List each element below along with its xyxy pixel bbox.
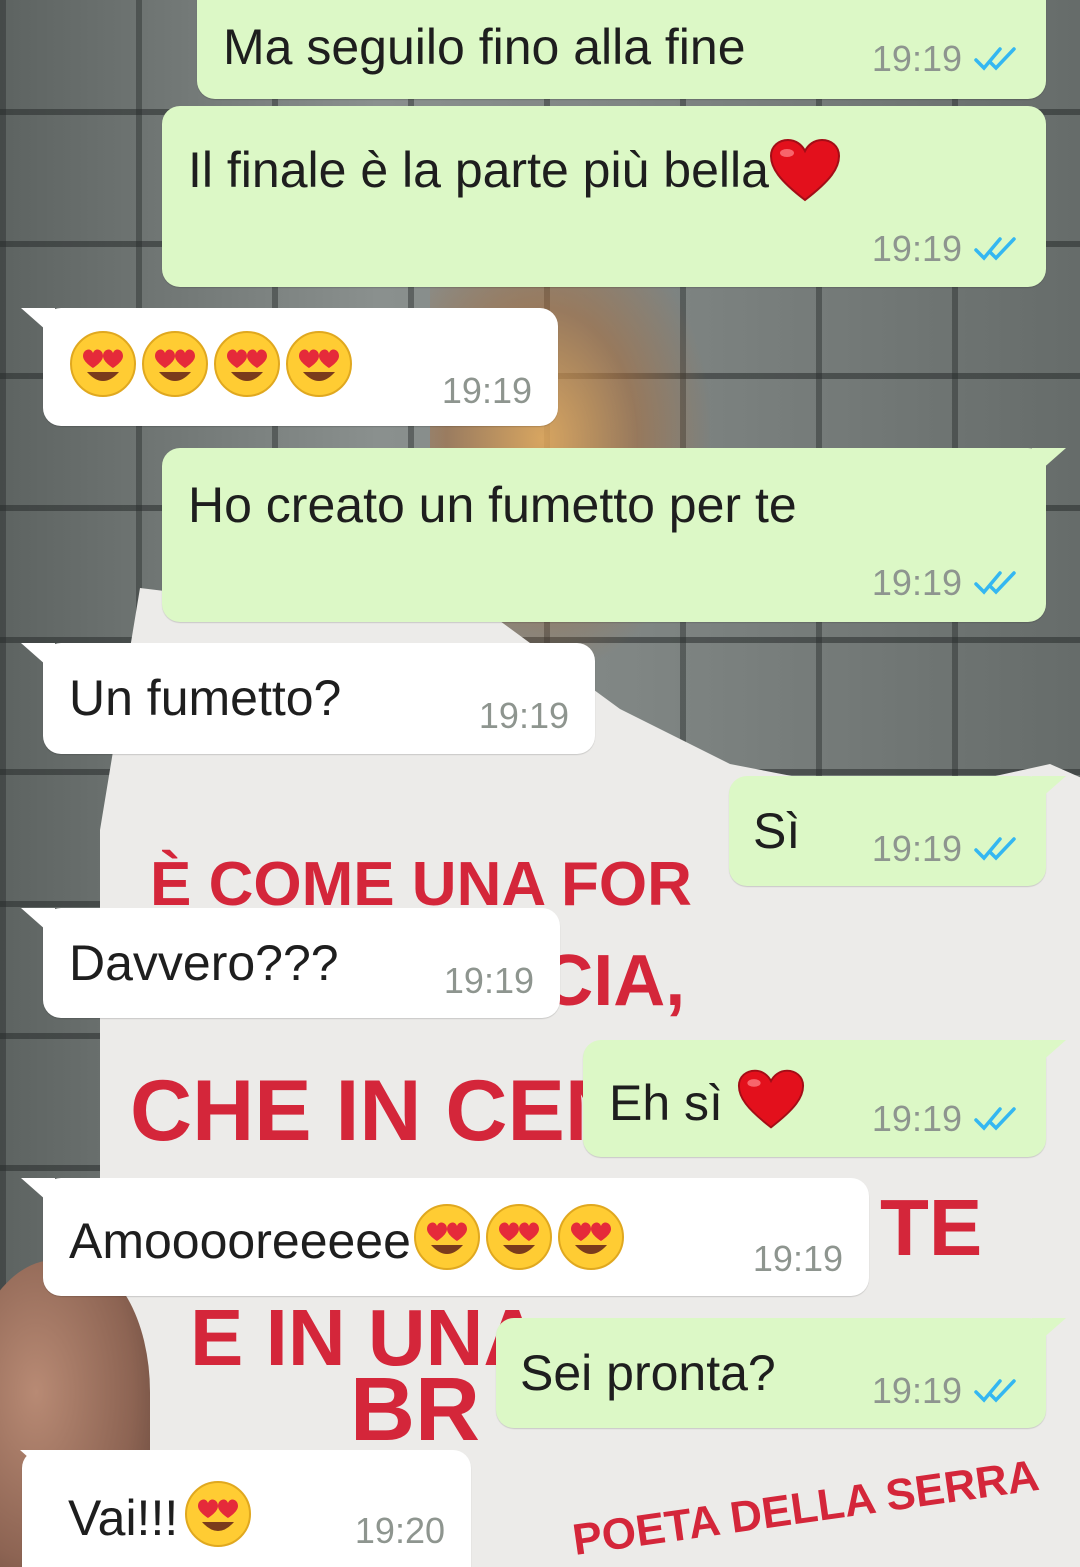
smiling-face-with-heart-eyes-emoji [184,1480,252,1556]
message-time: 19:19 [871,1370,962,1411]
message-meta: 19:19 [872,1370,1020,1412]
message-meta: 19:19 [872,38,1020,80]
message-text: Ho creato un fumetto per te [188,477,797,533]
message-text: Il finale è la parte più bella [188,138,841,210]
message-time: 19:19 [443,960,534,1001]
message-text: Amooooreeeee [69,1203,625,1279]
smiling-face-with-heart-eyes-emoji [413,1203,481,1279]
double-check-icon [974,46,1020,72]
outgoing-message[interactable]: Ma seguilo fino alla fine 19:19 [197,0,1046,99]
message-text-content: Il finale è la parte più bella [188,142,769,199]
message-meta: 19:19 [872,828,1020,870]
note-signature: POETA DELLA SERRA [570,1451,1042,1565]
smiling-face-with-heart-eyes-emoji [141,330,209,403]
note-line-4: TE [880,1183,982,1272]
incoming-message[interactable]: Un fumetto? 19:19 [21,643,595,754]
message-text: Ma seguilo fino alla fine [223,19,746,75]
message-text-content: Eh sì [609,1075,723,1131]
message-text: Sei pronta? [520,1345,776,1401]
smiling-face-with-heart-eyes-emoji [557,1203,625,1279]
bubble-tail [1032,776,1066,806]
red-heart-emoji [769,138,841,210]
message-time: 19:19 [871,562,962,603]
message-text: Sì [753,803,801,859]
double-check-icon [974,1378,1020,1404]
message-time: 19:19 [871,228,962,269]
note-line-3: CHE IN CEN [130,1063,627,1159]
smiling-face-with-heart-eyes-emoji [69,330,137,403]
smiling-face-with-heart-eyes-emoji [485,1203,553,1279]
outgoing-message[interactable]: Eh sì 19:19 [583,1040,1066,1157]
bubble-tail [20,1450,54,1480]
message-time: 19:19 [752,1238,843,1279]
message-text: Davvero??? [69,935,339,991]
message-text: Eh sì [609,1068,805,1138]
bubble-tail [1032,1040,1066,1070]
message-time: 19:19 [871,1098,962,1139]
emoji-row [69,330,353,403]
incoming-message[interactable]: Vai!!! 19:20 [20,1450,471,1567]
message-meta: 19:19 [479,695,569,737]
message-text: Vai!!! [68,1480,252,1556]
message-meta: 19:19 [872,562,1020,604]
message-time: 19:19 [441,370,532,411]
smiling-face-with-heart-eyes-emoji [213,330,281,403]
message-text-content: Amooooreeeee [69,1213,411,1269]
message-time: 19:20 [354,1510,445,1551]
message-time: 19:19 [871,38,962,79]
message-meta: 19:20 [355,1510,445,1552]
incoming-message[interactable]: Amooooreeeee 19:19 [21,1178,869,1296]
bubble-tail [21,1178,55,1208]
message-text-content: Vai!!! [68,1490,179,1546]
message-time: 19:19 [871,828,962,869]
bubble-tail [21,908,55,938]
bubble-tail [1032,448,1066,478]
message-meta: 19:19 [872,228,1020,270]
outgoing-message[interactable]: Sei pronta? 19:19 [496,1318,1066,1428]
double-check-icon [974,236,1020,262]
incoming-message[interactable]: Davvero??? 19:19 [21,908,560,1018]
red-heart-emoji [737,1068,805,1138]
note-line-6: BR [350,1360,480,1460]
incoming-message[interactable]: 19:19 [21,308,558,426]
message-meta: 19:19 [444,960,534,1002]
message-text: Un fumetto? [69,670,342,726]
double-check-icon [974,570,1020,596]
double-check-icon [974,1106,1020,1132]
double-check-icon [974,836,1020,862]
bubble-tail [21,643,55,673]
message-time: 19:19 [478,695,569,736]
bubble-tail [1032,1318,1066,1348]
message-meta: 19:19 [442,370,532,412]
outgoing-message[interactable]: Il finale è la parte più bella 19:19 [162,106,1046,287]
outgoing-message[interactable]: Ho creato un fumetto per te 19:19 [162,448,1066,622]
bubble-tail [21,308,55,338]
message-meta: 19:19 [872,1098,1020,1140]
outgoing-message[interactable]: Sì 19:19 [729,776,1066,886]
smiling-face-with-heart-eyes-emoji [285,330,353,403]
message-meta: 19:19 [753,1238,843,1280]
